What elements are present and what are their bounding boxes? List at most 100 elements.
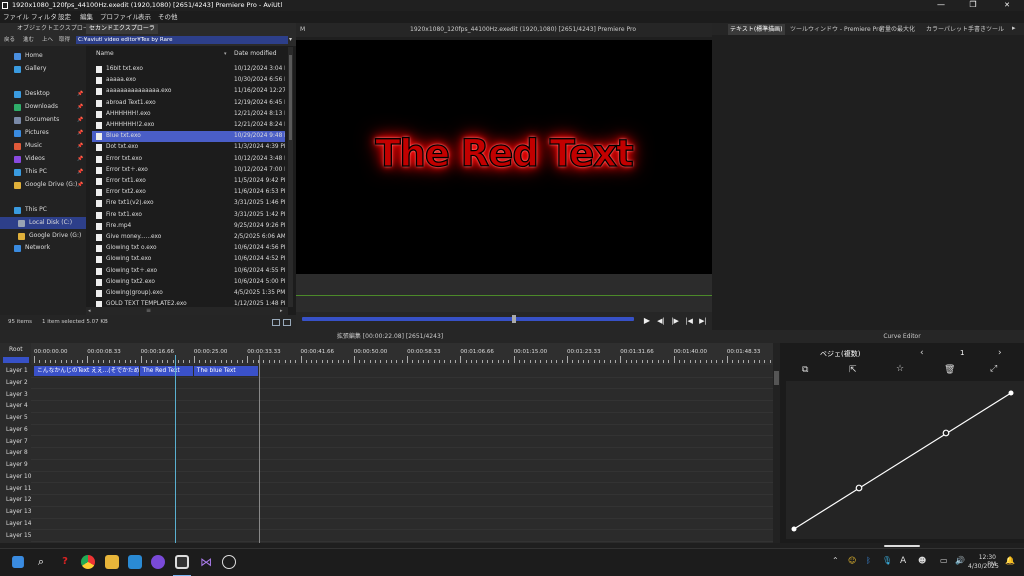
nav-item[interactable]: Gallery bbox=[0, 63, 86, 75]
preview-menu-label[interactable]: M bbox=[300, 23, 305, 37]
layer-label[interactable]: Layer 10 bbox=[0, 472, 31, 484]
layer-track[interactable] bbox=[31, 495, 773, 507]
nav-item[interactable]: Home bbox=[0, 50, 86, 62]
layer-label[interactable]: Layer 9 bbox=[0, 460, 31, 472]
file-row[interactable]: Glowing txt o.exo 10/6/2024 4:56 PM bbox=[92, 243, 285, 254]
timeline-scrollbar[interactable] bbox=[773, 343, 780, 543]
layer-label[interactable]: Layer 7 bbox=[0, 437, 31, 449]
layer-track[interactable] bbox=[31, 507, 773, 519]
nav-item[interactable]: Google Drive (G:) 📌 bbox=[0, 179, 86, 191]
minimize-button[interactable]: — bbox=[926, 0, 956, 11]
step-back-icon[interactable]: ◀| bbox=[656, 316, 666, 326]
file-row[interactable]: Error txt.exo 10/12/2024 3:48 PM bbox=[92, 154, 285, 165]
nav-item[interactable]: Google Drive (G:) bbox=[0, 230, 86, 242]
close-button[interactable]: ✕ bbox=[992, 0, 1022, 11]
file-row[interactable]: Give money......exo 2/5/2025 6:06 AM bbox=[92, 232, 285, 243]
menu-edit[interactable]: 編集 bbox=[80, 11, 93, 23]
file-row[interactable]: Glowing txt＋.exo 10/6/2024 4:55 PM bbox=[92, 266, 285, 277]
open-external-icon[interactable]: ⇱ bbox=[849, 365, 857, 375]
thumbnail-view-icon[interactable] bbox=[283, 319, 291, 326]
layer-track[interactable] bbox=[31, 390, 773, 402]
maximize-button[interactable]: ❐ bbox=[958, 0, 988, 11]
file-row[interactable]: 16bit txt.exo 10/12/2024 3:04 PM bbox=[92, 64, 285, 75]
timeline-clip[interactable]: The Red Text bbox=[139, 366, 193, 376]
file-list-scrollbar[interactable] bbox=[288, 47, 293, 307]
file-row[interactable]: aaaaaaaaaaaaaaa.exo 11/16/2024 12:27 PM bbox=[92, 86, 285, 97]
layer-track[interactable] bbox=[31, 413, 773, 425]
tab-text-standard[interactable]: テキスト(標準描画) bbox=[728, 24, 785, 35]
volume-icon[interactable]: 🔊 bbox=[955, 556, 965, 565]
layer-track[interactable] bbox=[31, 460, 773, 472]
prev-page-button[interactable]: ‹ bbox=[920, 348, 924, 358]
app-icon-circle[interactable] bbox=[222, 555, 236, 569]
menu-file[interactable]: ファイル bbox=[3, 11, 29, 23]
timeline-clip[interactable]: The blue Text bbox=[193, 366, 259, 376]
nav-item[interactable]: Downloads 📌 bbox=[0, 101, 86, 113]
clock-date[interactable]: 4/30/2025 bbox=[968, 563, 999, 570]
file-row[interactable]: Fire txt1.exo 3/31/2025 1:42 PM bbox=[92, 210, 285, 221]
layer-track[interactable] bbox=[31, 448, 773, 460]
next-page-button[interactable]: › bbox=[998, 348, 1002, 358]
layer-label[interactable]: Layer 11 bbox=[0, 484, 31, 496]
step-forward-icon[interactable]: |▶ bbox=[670, 316, 680, 326]
layer-track[interactable]: こんなかんじのText ええ...(そでかためはまぁ(?)The Red Tex… bbox=[31, 366, 773, 378]
pin-icon[interactable]: 📌 bbox=[77, 166, 83, 178]
tab-second-explorer[interactable]: セカンドエクスプローラ bbox=[86, 24, 158, 34]
file-row[interactable]: Error txt2.exo 11/6/2024 6:53 PM bbox=[92, 187, 285, 198]
refresh-button[interactable]: 取得 bbox=[59, 34, 70, 46]
layer-label[interactable]: Layer 3 bbox=[0, 390, 31, 402]
seek-bar[interactable] bbox=[302, 317, 634, 321]
visual-studio-icon[interactable]: ⋈ bbox=[199, 555, 213, 569]
trash-icon[interactable]: 🗑 bbox=[944, 365, 955, 375]
file-row[interactable]: Dot txt.exo 11/3/2024 4:39 PM bbox=[92, 142, 285, 153]
tabs-more-icon[interactable]: ▸ bbox=[1012, 24, 1016, 32]
file-row[interactable]: Error txt＋.exo 10/12/2024 7:00 PM bbox=[92, 165, 285, 176]
nav-item[interactable]: Pictures 📌 bbox=[0, 127, 86, 139]
file-row[interactable]: Error txt1.exo 11/5/2024 9:42 PM bbox=[92, 176, 285, 187]
layer-track[interactable] bbox=[31, 484, 773, 496]
nav-item[interactable]: This PC bbox=[0, 204, 86, 216]
root-label[interactable]: Root bbox=[9, 346, 23, 353]
tray-app-icon[interactable]: ☺ bbox=[848, 556, 856, 565]
file-row[interactable]: Blue txt.exo 10/29/2024 9:48 PM bbox=[92, 131, 285, 143]
path-input[interactable]: C:¥aviutl video editor¥Tex by Rare bbox=[76, 36, 288, 44]
menu-view[interactable]: 表示 bbox=[138, 11, 151, 23]
pin-icon[interactable]: 📌 bbox=[77, 153, 83, 165]
nav-item[interactable]: This PC 📌 bbox=[0, 166, 86, 178]
tab-color-palette[interactable]: カラーパレット bbox=[924, 24, 970, 35]
pin-icon[interactable]: 📌 bbox=[77, 101, 83, 113]
menu-filter[interactable]: フィルタ bbox=[31, 11, 57, 23]
layer-track[interactable] bbox=[31, 378, 773, 390]
layer-label[interactable]: Layer 13 bbox=[0, 507, 31, 519]
pin-icon[interactable]: 📌 bbox=[77, 179, 83, 191]
network-icon[interactable]: ▭ bbox=[940, 556, 948, 565]
layer-track[interactable] bbox=[31, 531, 773, 543]
timeline-clip[interactable]: こんなかんじのText ええ...(そでかためはまぁ(?) bbox=[34, 366, 139, 376]
forward-button[interactable]: 進む bbox=[23, 34, 34, 46]
file-row[interactable]: Fire.mp4 9/25/2024 9:26 PM bbox=[92, 221, 285, 232]
bluetooth-icon[interactable]: ᛒ bbox=[866, 556, 871, 565]
file-row[interactable]: Fire txt1(v2).exo 3/31/2025 1:46 PM bbox=[92, 198, 285, 209]
windows-start-icon[interactable] bbox=[12, 556, 24, 568]
nav-item[interactable]: Music 📌 bbox=[0, 140, 86, 152]
up-button[interactable]: 上へ bbox=[42, 34, 53, 46]
file-row[interactable]: Glowing(group).exo 4/5/2025 1:35 PM bbox=[92, 288, 285, 299]
layer-track[interactable] bbox=[31, 519, 773, 531]
star-icon[interactable]: ☆ bbox=[896, 364, 904, 374]
seek-handle[interactable] bbox=[512, 315, 517, 323]
file-row[interactable]: AHHHHHH!.exo 12/21/2024 8:13 PM bbox=[92, 109, 285, 120]
layer-label[interactable]: Layer 8 bbox=[0, 448, 31, 460]
nav-item[interactable]: Videos 📌 bbox=[0, 153, 86, 165]
layer-label[interactable]: Layer 12 bbox=[0, 495, 31, 507]
layer-label[interactable]: Layer 4 bbox=[0, 401, 31, 413]
app-icon-blue[interactable] bbox=[128, 555, 142, 569]
video-preview[interactable]: The Red Text bbox=[296, 40, 712, 274]
emoji-icon[interactable]: ☻ bbox=[918, 556, 926, 565]
file-explorer-icon[interactable] bbox=[105, 555, 119, 569]
details-view-icon[interactable] bbox=[272, 319, 280, 326]
file-row[interactable]: Glowing txt2.exo 10/6/2024 5:00 PM bbox=[92, 277, 285, 288]
back-button[interactable]: 戻る bbox=[4, 34, 15, 46]
skip-end-icon[interactable]: ▶| bbox=[698, 316, 708, 326]
layer-label[interactable]: Layer 5 bbox=[0, 413, 31, 425]
column-date-modified[interactable]: Date modified bbox=[234, 49, 277, 59]
